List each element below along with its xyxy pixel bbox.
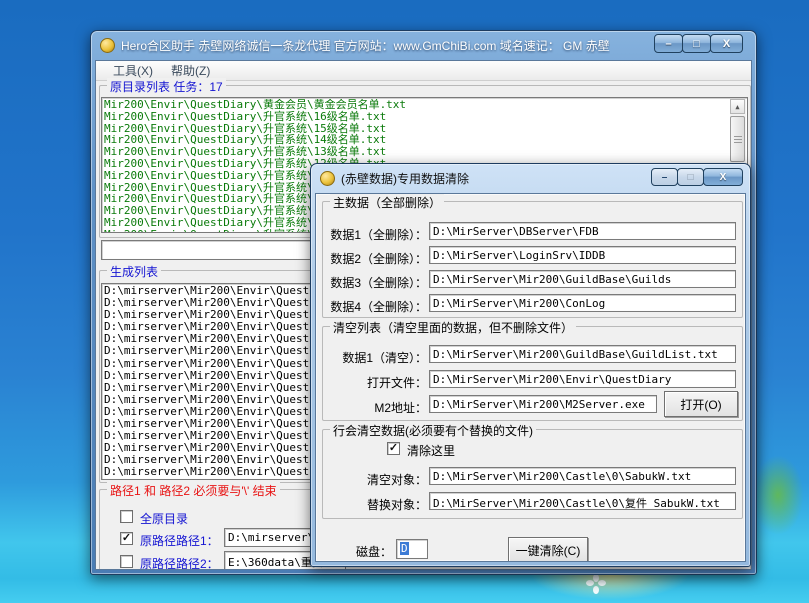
data2-delete-label: 数据2（全删除）： [330,252,427,266]
wallpaper-leaf [752,455,804,535]
disk-selected-text: D [400,542,409,555]
close-button[interactable]: X [710,34,743,53]
checkbox-path2[interactable] [120,555,133,568]
data4-delete-label: 数据4（全删除）： [330,300,427,314]
scroll-up-icon[interactable]: ▲ [730,99,745,114]
guild-clear-group: 行会清空数据(必须要有个替换的文件) 清除这里 清空对象： D:\MirServ… [322,422,743,519]
clear-list-group: 清空列表（清空里面的数据，但不删除文件） 数据1（清空）： D:\MirServ… [322,319,743,421]
checkbox-all-source-label: 全原目录 [140,512,189,526]
data1-delete-label: 数据1（全删除）： [330,228,427,242]
app-coin-icon [100,38,115,53]
path-warning-label: 路径1 和 路径2 必须要与'\' 结束 [107,482,280,499]
dialog-coin-icon [320,171,335,186]
open-file-label: 打开文件： [366,376,427,390]
dialog-body: 主数据（全部删除） 数据1（全删除）： D:\MirServer\DBServe… [315,193,746,562]
data4-delete-input[interactable]: D:\MirServer\Mir200\ConLog [429,294,736,312]
main-data-group: 主数据（全部删除） 数据1（全删除）： D:\MirServer\DBServe… [322,194,743,318]
data1-clear-input[interactable]: D:\MirServer\Mir200\GuildBase\GuildList.… [429,345,736,363]
dialog-title: (赤壁数据)专用数据清除 [341,172,469,186]
checkbox-all-source[interactable] [120,510,133,523]
replace-target-input[interactable]: D:\MirServer\Mir200\Castle\0\复件 SabukW.t… [429,492,736,510]
checkbox-path2-label: 原路径路径2： [140,557,219,570]
disk-input[interactable]: D [396,539,428,559]
data3-delete-label: 数据3（全删除）： [330,276,427,290]
scroll-thumb[interactable] [730,116,745,162]
minimize-button[interactable]: – [654,34,683,53]
clear-list-group-label: 清空列表（清空里面的数据，但不删除文件） [330,319,577,336]
checkbox-path1[interactable] [120,532,133,545]
data1-clear-label: 数据1（清空）： [342,351,427,365]
data-clean-dialog: (赤壁数据)专用数据清除 – □ X 主数据（全部删除） 数据1（全删除）： D… [310,163,751,567]
main-data-group-label: 主数据（全部删除） [330,194,445,211]
open-button[interactable]: 打开(O) [664,391,738,417]
wallpaper-flower-logo [586,574,606,594]
clear-target-label: 清空对象： [366,473,427,487]
dialog-close-button[interactable]: X [703,168,743,186]
source-group-label: 原目录列表 任务：17 [107,78,226,95]
checkbox-clear-here[interactable] [387,442,400,455]
checkbox-path1-label: 原路径路径1： [140,534,219,548]
m2-address-input[interactable]: D:\MirServer\Mir200\M2Server.exe [429,395,657,413]
replace-target-label: 替换对象： [366,498,427,512]
m2-address-label: M2地址： [374,401,427,415]
data3-delete-input[interactable]: D:\MirServer\Mir200\GuildBase\Guilds [429,270,736,288]
one-key-clean-button[interactable]: 一键清除(C) [508,537,588,561]
dialog-maximize-button: □ [677,168,704,186]
data2-delete-input[interactable]: D:\MirServer\LoginSrv\IDDB [429,246,736,264]
desktop: Hero合区助手 赤壁网络诚信一条龙代理 官方网站：www.GmChiBi.co… [0,0,809,603]
disk-label: 磁盘： [356,545,393,559]
open-file-input[interactable]: D:\MirServer\Mir200\Envir\QuestDiary [429,370,736,388]
guild-clear-group-label: 行会清空数据(必须要有个替换的文件) [330,422,536,439]
checkbox-clear-here-label: 清除这里 [407,444,456,458]
maximize-button[interactable]: □ [682,34,711,53]
generated-group-label: 生成列表 [107,263,162,280]
main-window-title: Hero合区助手 赤壁网络诚信一条龙代理 官方网站：www.GmChiBi.co… [121,39,610,53]
data1-delete-input[interactable]: D:\MirServer\DBServer\FDB [429,222,736,240]
list-item[interactable]: Mir200\Envir\QuestDiary\升官系统\16级名单.txt [104,110,729,123]
clear-target-input[interactable]: D:\MirServer\Mir200\Castle\0\SabukW.txt [429,467,736,485]
dialog-minimize-button[interactable]: – [651,168,678,186]
